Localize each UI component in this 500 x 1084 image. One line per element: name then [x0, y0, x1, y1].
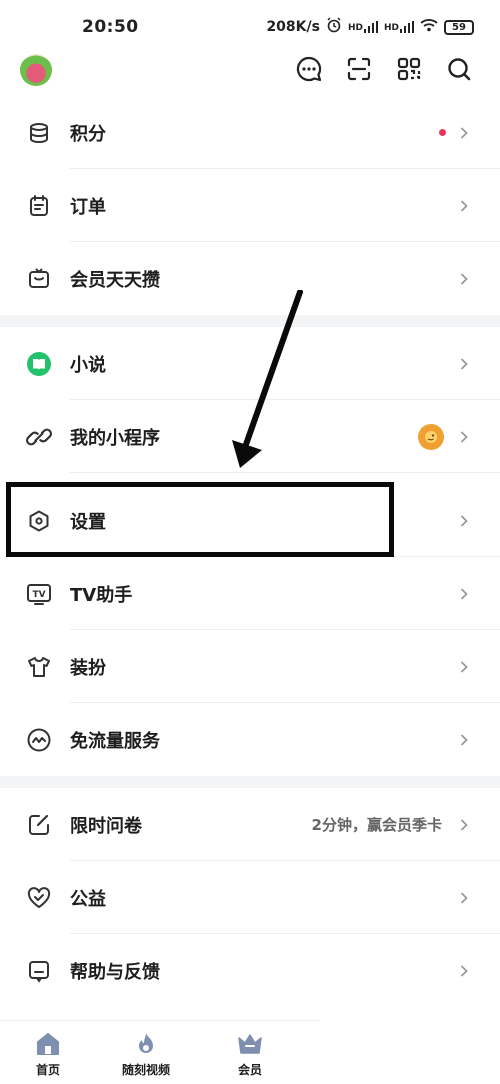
- hd-label-2: HD: [383, 23, 399, 33]
- chevron-right-icon: [458, 818, 470, 831]
- signal-icon-2: HD: [384, 21, 414, 33]
- signal-icon: HD: [348, 21, 378, 33]
- chevron-right-icon: [458, 514, 470, 527]
- menu-label: 限时问卷: [70, 815, 142, 837]
- menu-item-points[interactable]: 积分: [0, 96, 500, 169]
- section-gap: [0, 776, 500, 788]
- menu-label: 我的小程序: [70, 427, 160, 449]
- chevron-right-icon: [458, 357, 470, 370]
- status-time: 20:50: [82, 17, 139, 37]
- menu-label: 订单: [70, 196, 106, 218]
- chevron-right-icon: [458, 891, 470, 904]
- chevron-right-icon: [458, 430, 470, 443]
- status-bar: 20:50 208K/s HD HD 59: [0, 0, 500, 52]
- alarm-icon: [326, 17, 342, 37]
- coins-icon: [25, 119, 53, 147]
- wifi-icon: [420, 18, 438, 36]
- menu-label: 积分: [70, 123, 106, 145]
- crown-icon: [236, 1031, 264, 1057]
- link-icon: [25, 423, 53, 451]
- hd-label: HD: [347, 23, 363, 33]
- book-icon: [25, 350, 53, 378]
- order-icon: [25, 192, 53, 220]
- status-indicators: 208K/s HD HD 59: [266, 17, 474, 37]
- nav-home[interactable]: 首页: [34, 1031, 62, 1078]
- nav-short-video[interactable]: 随刻视频: [122, 1031, 170, 1078]
- menu-label: 公益: [70, 888, 106, 910]
- menu-label: 装扮: [70, 657, 106, 679]
- tv-icon: TV: [25, 580, 53, 608]
- qr-code-icon[interactable]: [394, 54, 424, 84]
- chevron-right-icon: [458, 587, 470, 600]
- tshirt-icon: [25, 653, 53, 681]
- notification-dot: [439, 129, 446, 136]
- menu-label: 小说: [70, 354, 106, 376]
- top-bar: [0, 52, 500, 96]
- message-icon[interactable]: [294, 54, 324, 84]
- chevron-right-icon: [458, 660, 470, 673]
- nav-label: 会员: [237, 1063, 262, 1077]
- top-actions: [294, 54, 474, 84]
- piggy-bank-icon: [25, 265, 53, 293]
- divider: [70, 472, 500, 473]
- feedback-icon: [25, 957, 53, 985]
- menu-label: TV助手: [70, 584, 133, 606]
- heart-icon: [25, 884, 53, 912]
- bottom-nav: 首页 随刻视频 会员: [0, 1020, 320, 1084]
- chevron-right-icon: [458, 964, 470, 977]
- menu-item-help[interactable]: 帮助与反馈: [0, 934, 500, 1007]
- search-icon[interactable]: [444, 54, 474, 84]
- avatar[interactable]: [20, 54, 52, 86]
- menu-item-tv-assistant[interactable]: TV TV助手: [0, 557, 500, 630]
- chevron-right-icon: [458, 199, 470, 212]
- survey-promo-text: 2分钟，赢会员季卡: [311, 816, 442, 834]
- menu-label: 帮助与反馈: [70, 961, 160, 983]
- home-icon: [34, 1031, 62, 1057]
- mini-program-avatar-icon: [418, 423, 444, 450]
- nav-label: 随刻视频: [122, 1063, 171, 1077]
- chevron-right-icon: [458, 272, 470, 285]
- annotation-arrow-icon: [232, 290, 303, 468]
- menu-item-orders[interactable]: 订单: [0, 169, 500, 242]
- menu-item-charity[interactable]: 公益: [0, 861, 500, 934]
- traffic-wave-icon: [25, 726, 53, 754]
- edit-icon: [25, 811, 53, 839]
- svg-text:TV: TV: [32, 590, 45, 600]
- chevron-right-icon: [458, 733, 470, 746]
- menu-item-dress-up[interactable]: 装扮: [0, 630, 500, 703]
- battery-icon: 59: [444, 19, 474, 35]
- flame-icon: [132, 1031, 160, 1057]
- nav-vip[interactable]: 会员: [236, 1031, 264, 1078]
- menu-label: 会员天天攒: [70, 269, 160, 291]
- net-speed: 208K/s: [266, 19, 320, 35]
- chevron-right-icon: [458, 126, 470, 139]
- menu-item-survey[interactable]: 限时问卷 2分钟，赢会员季卡: [0, 788, 500, 861]
- menu-item-data-free[interactable]: 免流量服务: [0, 703, 500, 776]
- menu-label: 免流量服务: [70, 730, 160, 752]
- scan-icon[interactable]: [344, 54, 374, 84]
- highlight-box: [6, 482, 394, 557]
- nav-label: 首页: [35, 1063, 60, 1077]
